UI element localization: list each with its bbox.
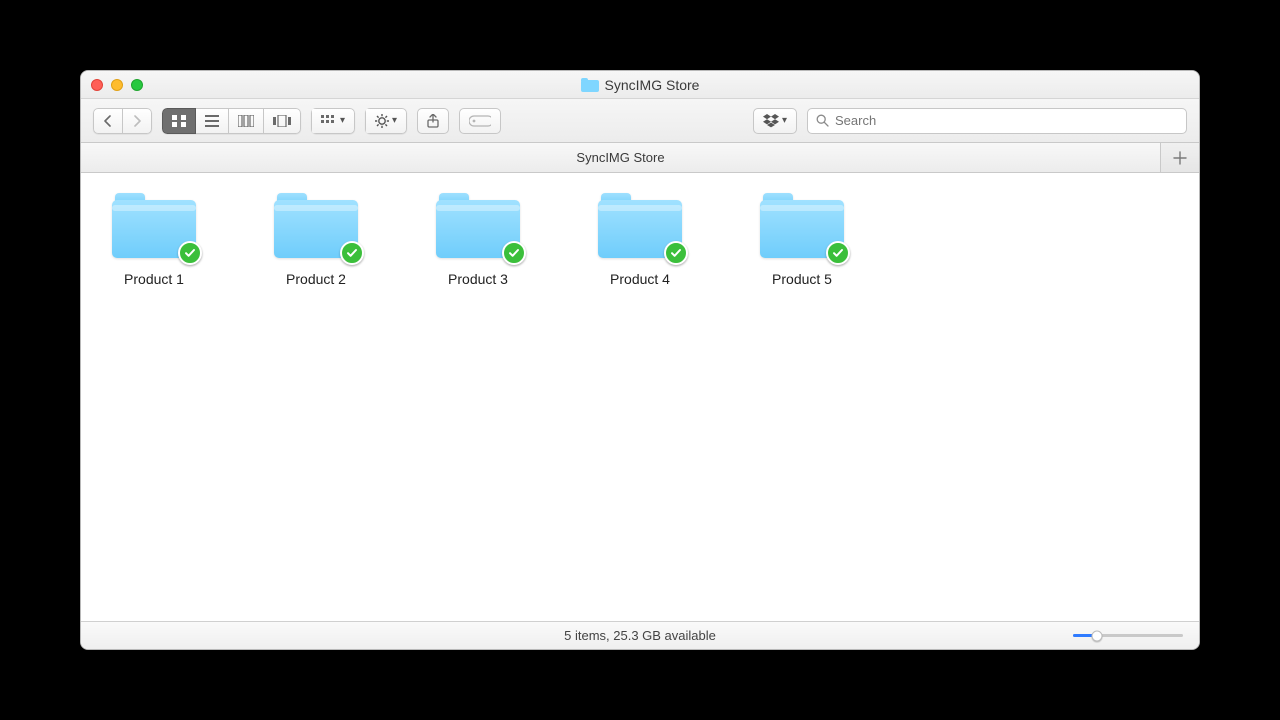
columns-icon xyxy=(238,115,254,127)
synced-badge-icon xyxy=(826,241,850,265)
gear-icon xyxy=(375,114,389,128)
toolbar: ▾ ▾ xyxy=(81,99,1199,143)
zoom-track xyxy=(1073,634,1183,637)
forward-button[interactable] xyxy=(123,108,152,134)
tab-syncimg-store[interactable]: SyncIMG Store xyxy=(81,143,1161,172)
dropbox-button[interactable]: ▾ xyxy=(753,108,797,134)
search-icon xyxy=(816,114,829,127)
coverflow-icon xyxy=(273,115,291,127)
tab-bar: SyncIMG Store xyxy=(81,143,1199,173)
folder-icon xyxy=(274,193,358,259)
action-group: ▾ xyxy=(365,108,407,134)
zoom-knob[interactable] xyxy=(1092,630,1103,641)
arrange-group: ▾ xyxy=(311,108,355,134)
close-button[interactable] xyxy=(91,79,103,91)
titlebar: SyncIMG Store xyxy=(81,71,1199,99)
folder-label: Product 2 xyxy=(286,271,346,287)
icon-grid: Product 1 Product 2 Produc xyxy=(109,193,1171,287)
list-icon xyxy=(205,115,219,127)
zoom-slider[interactable] xyxy=(1073,629,1183,643)
action-button[interactable]: ▾ xyxy=(365,108,407,134)
list-view-button[interactable] xyxy=(196,108,229,134)
folder-label: Product 1 xyxy=(124,271,184,287)
folder-item[interactable]: Product 1 xyxy=(109,193,199,287)
content-area[interactable]: Product 1 Product 2 Produc xyxy=(81,173,1199,621)
folder-icon xyxy=(760,193,844,259)
status-bar: 5 items, 25.3 GB available xyxy=(81,621,1199,649)
window-title: SyncIMG Store xyxy=(81,77,1199,93)
tab-label: SyncIMG Store xyxy=(576,150,664,165)
coverflow-view-button[interactable] xyxy=(264,108,301,134)
folder-item[interactable]: Product 2 xyxy=(271,193,361,287)
search-field[interactable] xyxy=(807,108,1187,134)
folder-item[interactable]: Product 5 xyxy=(757,193,847,287)
folder-label: Product 3 xyxy=(448,271,508,287)
finder-window: SyncIMG Store xyxy=(80,70,1200,650)
back-button[interactable] xyxy=(93,108,123,134)
folder-label: Product 5 xyxy=(772,271,832,287)
folder-icon xyxy=(436,193,520,259)
folder-label: Product 4 xyxy=(610,271,670,287)
synced-badge-icon xyxy=(178,241,202,265)
folder-icon xyxy=(598,193,682,259)
tag-icon xyxy=(469,115,491,127)
tags-button[interactable] xyxy=(459,108,501,134)
column-view-button[interactable] xyxy=(229,108,264,134)
folder-icon xyxy=(112,193,196,259)
folder-item[interactable]: Product 3 xyxy=(433,193,523,287)
status-text: 5 items, 25.3 GB available xyxy=(564,628,716,643)
new-tab-button[interactable] xyxy=(1161,143,1199,172)
share-icon xyxy=(427,114,439,128)
maximize-button[interactable] xyxy=(131,79,143,91)
grid-icon xyxy=(172,115,186,127)
folder-icon xyxy=(581,78,599,92)
chevron-down-icon: ▾ xyxy=(340,115,345,126)
share-button[interactable] xyxy=(417,108,449,134)
chevron-down-icon: ▾ xyxy=(782,115,787,126)
nav-buttons xyxy=(93,108,152,134)
traffic-lights xyxy=(91,79,143,91)
arrange-icon xyxy=(321,115,337,127)
search-input[interactable] xyxy=(835,113,1178,128)
synced-badge-icon xyxy=(502,241,526,265)
arrange-button[interactable]: ▾ xyxy=(311,108,355,134)
chevron-right-icon xyxy=(132,115,142,127)
icon-view-button[interactable] xyxy=(162,108,196,134)
view-mode-buttons xyxy=(162,108,301,134)
chevron-down-icon: ▾ xyxy=(392,115,397,126)
folder-item[interactable]: Product 4 xyxy=(595,193,685,287)
minimize-button[interactable] xyxy=(111,79,123,91)
plus-icon xyxy=(1173,151,1187,165)
dropbox-icon xyxy=(763,114,779,128)
chevron-left-icon xyxy=(103,115,113,127)
window-title-text: SyncIMG Store xyxy=(605,77,700,93)
synced-badge-icon xyxy=(340,241,364,265)
synced-badge-icon xyxy=(664,241,688,265)
